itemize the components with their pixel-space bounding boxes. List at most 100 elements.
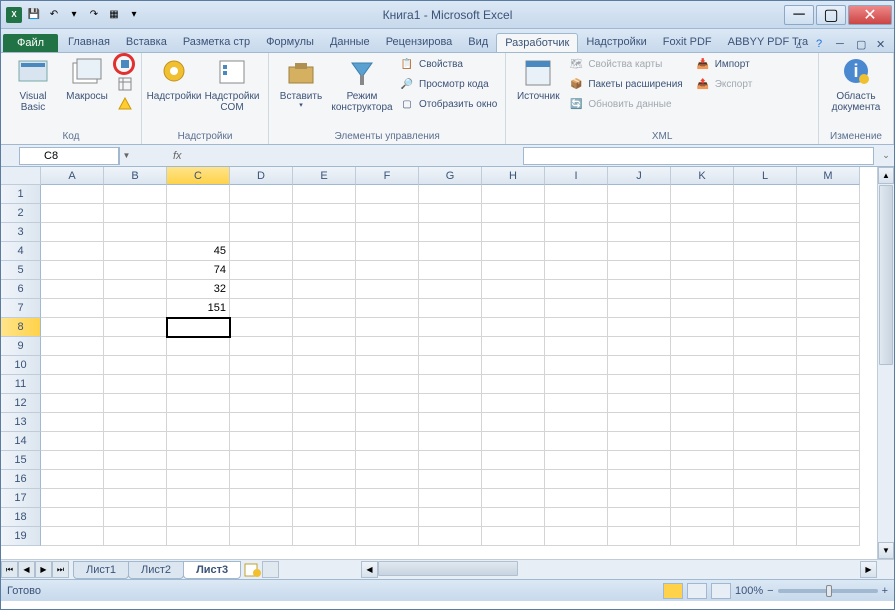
cell[interactable] <box>545 451 608 470</box>
row-header[interactable]: 13 <box>1 413 41 432</box>
cell[interactable]: 74 <box>167 261 230 280</box>
show-window-button[interactable]: ▢Отобразить окно <box>397 95 499 113</box>
cell[interactable] <box>608 432 671 451</box>
cell[interactable] <box>230 489 293 508</box>
cell[interactable] <box>482 508 545 527</box>
cell[interactable]: 151 <box>167 299 230 318</box>
cell[interactable] <box>293 470 356 489</box>
cell[interactable] <box>293 375 356 394</box>
tab-разметка-стр[interactable]: Разметка стр <box>175 33 258 52</box>
cell[interactable] <box>104 394 167 413</box>
cell[interactable] <box>734 280 797 299</box>
cell[interactable] <box>482 242 545 261</box>
page-break-view-button[interactable] <box>711 583 731 599</box>
zoom-level[interactable]: 100% <box>735 585 763 597</box>
cell[interactable] <box>41 185 104 204</box>
cell[interactable] <box>293 337 356 356</box>
cell[interactable] <box>104 527 167 546</box>
cell[interactable] <box>167 356 230 375</box>
qat-dropdown-icon[interactable]: ▾ <box>65 6 83 24</box>
cell[interactable] <box>41 299 104 318</box>
cell[interactable] <box>104 280 167 299</box>
cell[interactable] <box>356 356 419 375</box>
cell[interactable] <box>104 261 167 280</box>
cell[interactable] <box>482 223 545 242</box>
cell[interactable] <box>671 280 734 299</box>
cell[interactable] <box>608 356 671 375</box>
cell[interactable] <box>104 299 167 318</box>
cell[interactable] <box>608 185 671 204</box>
cell[interactable] <box>104 242 167 261</box>
cell[interactable] <box>482 185 545 204</box>
tab-формулы[interactable]: Формулы <box>258 33 322 52</box>
cell[interactable] <box>419 204 482 223</box>
cell[interactable] <box>41 356 104 375</box>
cell[interactable] <box>293 489 356 508</box>
cell[interactable] <box>797 527 860 546</box>
column-header[interactable]: K <box>671 167 734 185</box>
cell[interactable] <box>608 261 671 280</box>
cell[interactable] <box>104 356 167 375</box>
cell[interactable] <box>293 299 356 318</box>
row-header[interactable]: 18 <box>1 508 41 527</box>
cell[interactable] <box>797 299 860 318</box>
doc-restore-icon[interactable]: ▢ <box>856 38 870 52</box>
cell[interactable] <box>797 185 860 204</box>
cell[interactable] <box>734 356 797 375</box>
cell[interactable] <box>356 185 419 204</box>
cell[interactable] <box>797 337 860 356</box>
help-icon[interactable]: ? <box>816 38 830 52</box>
column-header[interactable]: C <box>167 167 230 185</box>
cell[interactable] <box>41 432 104 451</box>
cell[interactable] <box>167 223 230 242</box>
source-button[interactable]: Источник <box>512 55 564 102</box>
row-header[interactable]: 4 <box>1 242 41 261</box>
cell[interactable] <box>545 527 608 546</box>
cell[interactable] <box>545 261 608 280</box>
cell[interactable] <box>293 185 356 204</box>
cell[interactable] <box>671 337 734 356</box>
properties-button[interactable]: 📋Свойства <box>397 55 499 73</box>
cell[interactable] <box>545 489 608 508</box>
cell[interactable] <box>734 432 797 451</box>
doc-area-button[interactable]: i Область документа <box>825 55 887 113</box>
scroll-down-icon[interactable]: ▼ <box>878 542 894 559</box>
cell[interactable] <box>41 394 104 413</box>
expansion-packs-button[interactable]: 📦Пакеты расширения <box>566 75 684 93</box>
cell[interactable] <box>671 356 734 375</box>
cell[interactable] <box>797 223 860 242</box>
cell[interactable] <box>230 318 293 337</box>
cell[interactable] <box>104 470 167 489</box>
cell[interactable] <box>293 223 356 242</box>
cell[interactable] <box>608 394 671 413</box>
cell[interactable] <box>419 299 482 318</box>
row-header[interactable]: 3 <box>1 223 41 242</box>
cell[interactable] <box>797 432 860 451</box>
row-header[interactable]: 8 <box>1 318 41 337</box>
cell[interactable] <box>734 527 797 546</box>
scroll-up-icon[interactable]: ▲ <box>878 167 894 184</box>
sheet-tab[interactable]: Лист3 <box>183 561 241 579</box>
cell[interactable] <box>167 451 230 470</box>
cell[interactable] <box>545 394 608 413</box>
cell[interactable] <box>482 280 545 299</box>
cell[interactable] <box>734 451 797 470</box>
cell[interactable]: 45 <box>167 242 230 261</box>
import-button[interactable]: 📥Импорт <box>693 55 755 73</box>
cell[interactable] <box>230 451 293 470</box>
cell[interactable] <box>797 280 860 299</box>
view-code-button[interactable]: 🔎Просмотр кода <box>397 75 499 93</box>
column-header[interactable]: J <box>608 167 671 185</box>
cell[interactable] <box>482 432 545 451</box>
cell[interactable] <box>104 432 167 451</box>
cell[interactable] <box>356 413 419 432</box>
cell[interactable] <box>167 185 230 204</box>
cell[interactable] <box>41 337 104 356</box>
cell[interactable] <box>41 318 104 337</box>
cell[interactable] <box>734 261 797 280</box>
cell[interactable] <box>797 242 860 261</box>
maximize-button[interactable]: ▢ <box>816 5 846 25</box>
cell[interactable] <box>608 280 671 299</box>
cell[interactable] <box>230 432 293 451</box>
tab-вид[interactable]: Вид <box>460 33 496 52</box>
